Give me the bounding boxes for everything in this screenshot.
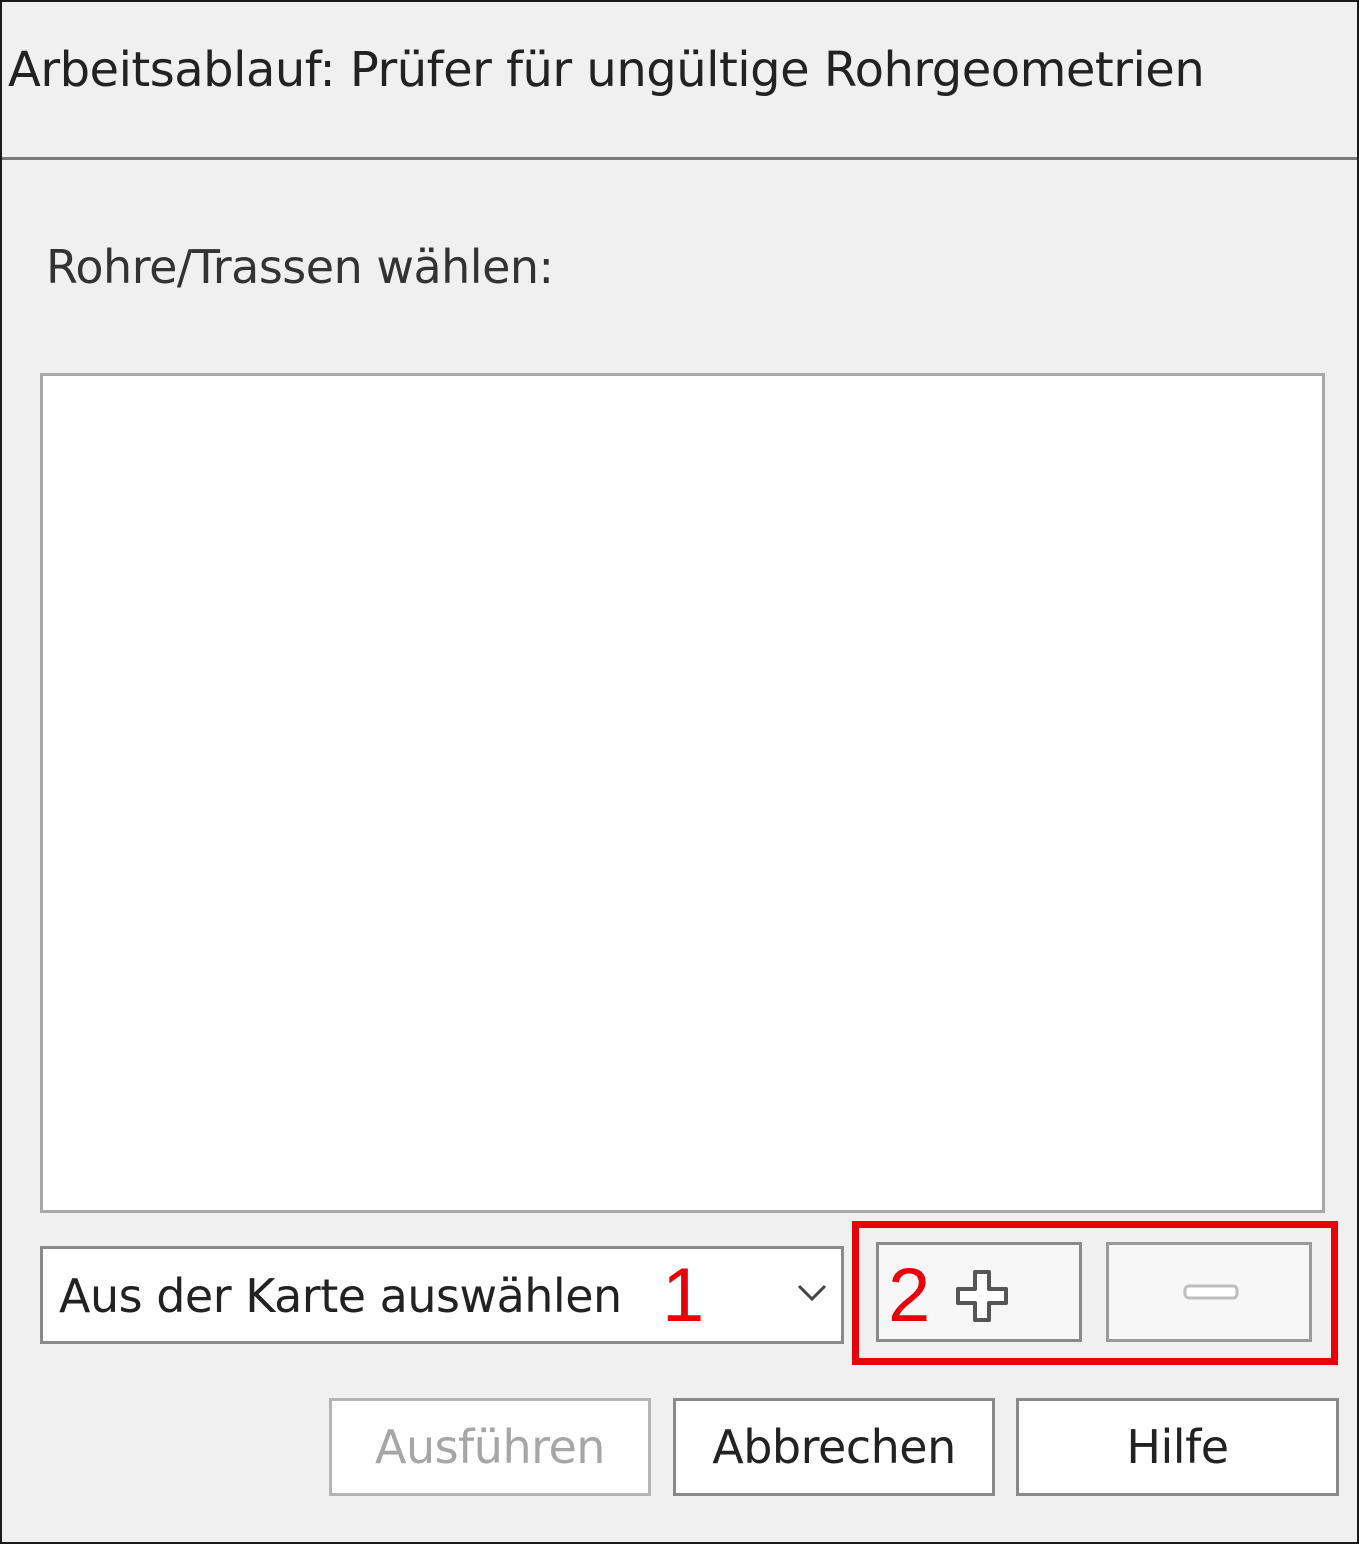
- title-bar: Arbeitsablauf: Prüfer für ungültige Rohr…: [2, 2, 1357, 160]
- selection-source-dropdown[interactable]: Aus der Karte auswählen: [40, 1246, 844, 1344]
- cancel-button[interactable]: Abbrechen: [673, 1398, 995, 1496]
- dialog-window: Arbeitsablauf: Prüfer für ungültige Rohr…: [0, 0, 1359, 1544]
- chevron-down-icon: [797, 1284, 827, 1302]
- callout-number-1: 1: [662, 1253, 705, 1338]
- dropdown-selected-value: Aus der Karte auswählen: [59, 1269, 622, 1323]
- pipes-listbox[interactable]: [40, 373, 1325, 1213]
- run-button[interactable]: Ausführen: [329, 1398, 651, 1496]
- pipes-selection-label: Rohre/Trassen wählen:: [46, 240, 554, 294]
- window-title: Arbeitsablauf: Prüfer für ungültige Rohr…: [8, 42, 1205, 98]
- plus-icon: [956, 1270, 1008, 1322]
- callout-number-2: 2: [888, 1253, 931, 1338]
- remove-button[interactable]: [1106, 1242, 1312, 1342]
- minus-icon: [1183, 1284, 1239, 1300]
- help-button[interactable]: Hilfe: [1016, 1398, 1339, 1496]
